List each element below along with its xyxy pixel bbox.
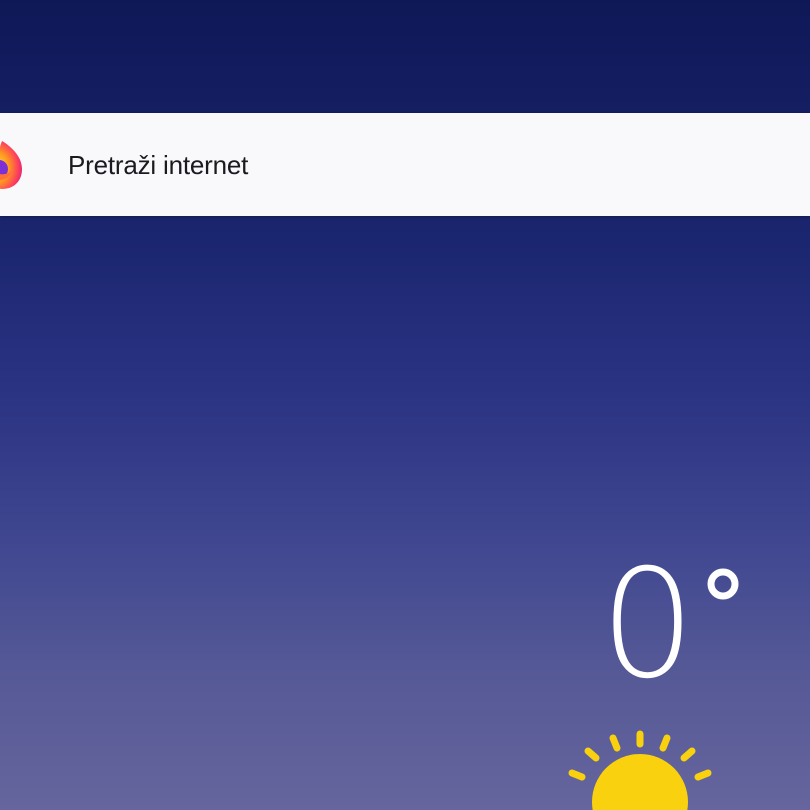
weather-widget[interactable]: 0: [560, 545, 810, 810]
search-widget[interactable]: Pretraži internet: [0, 113, 810, 216]
firefox-icon: [0, 137, 26, 193]
temperature-value: 0: [600, 538, 695, 712]
sun-icon: [560, 730, 720, 810]
degree-symbol: [706, 567, 740, 601]
search-placeholder: Pretraži internet: [68, 150, 249, 180]
